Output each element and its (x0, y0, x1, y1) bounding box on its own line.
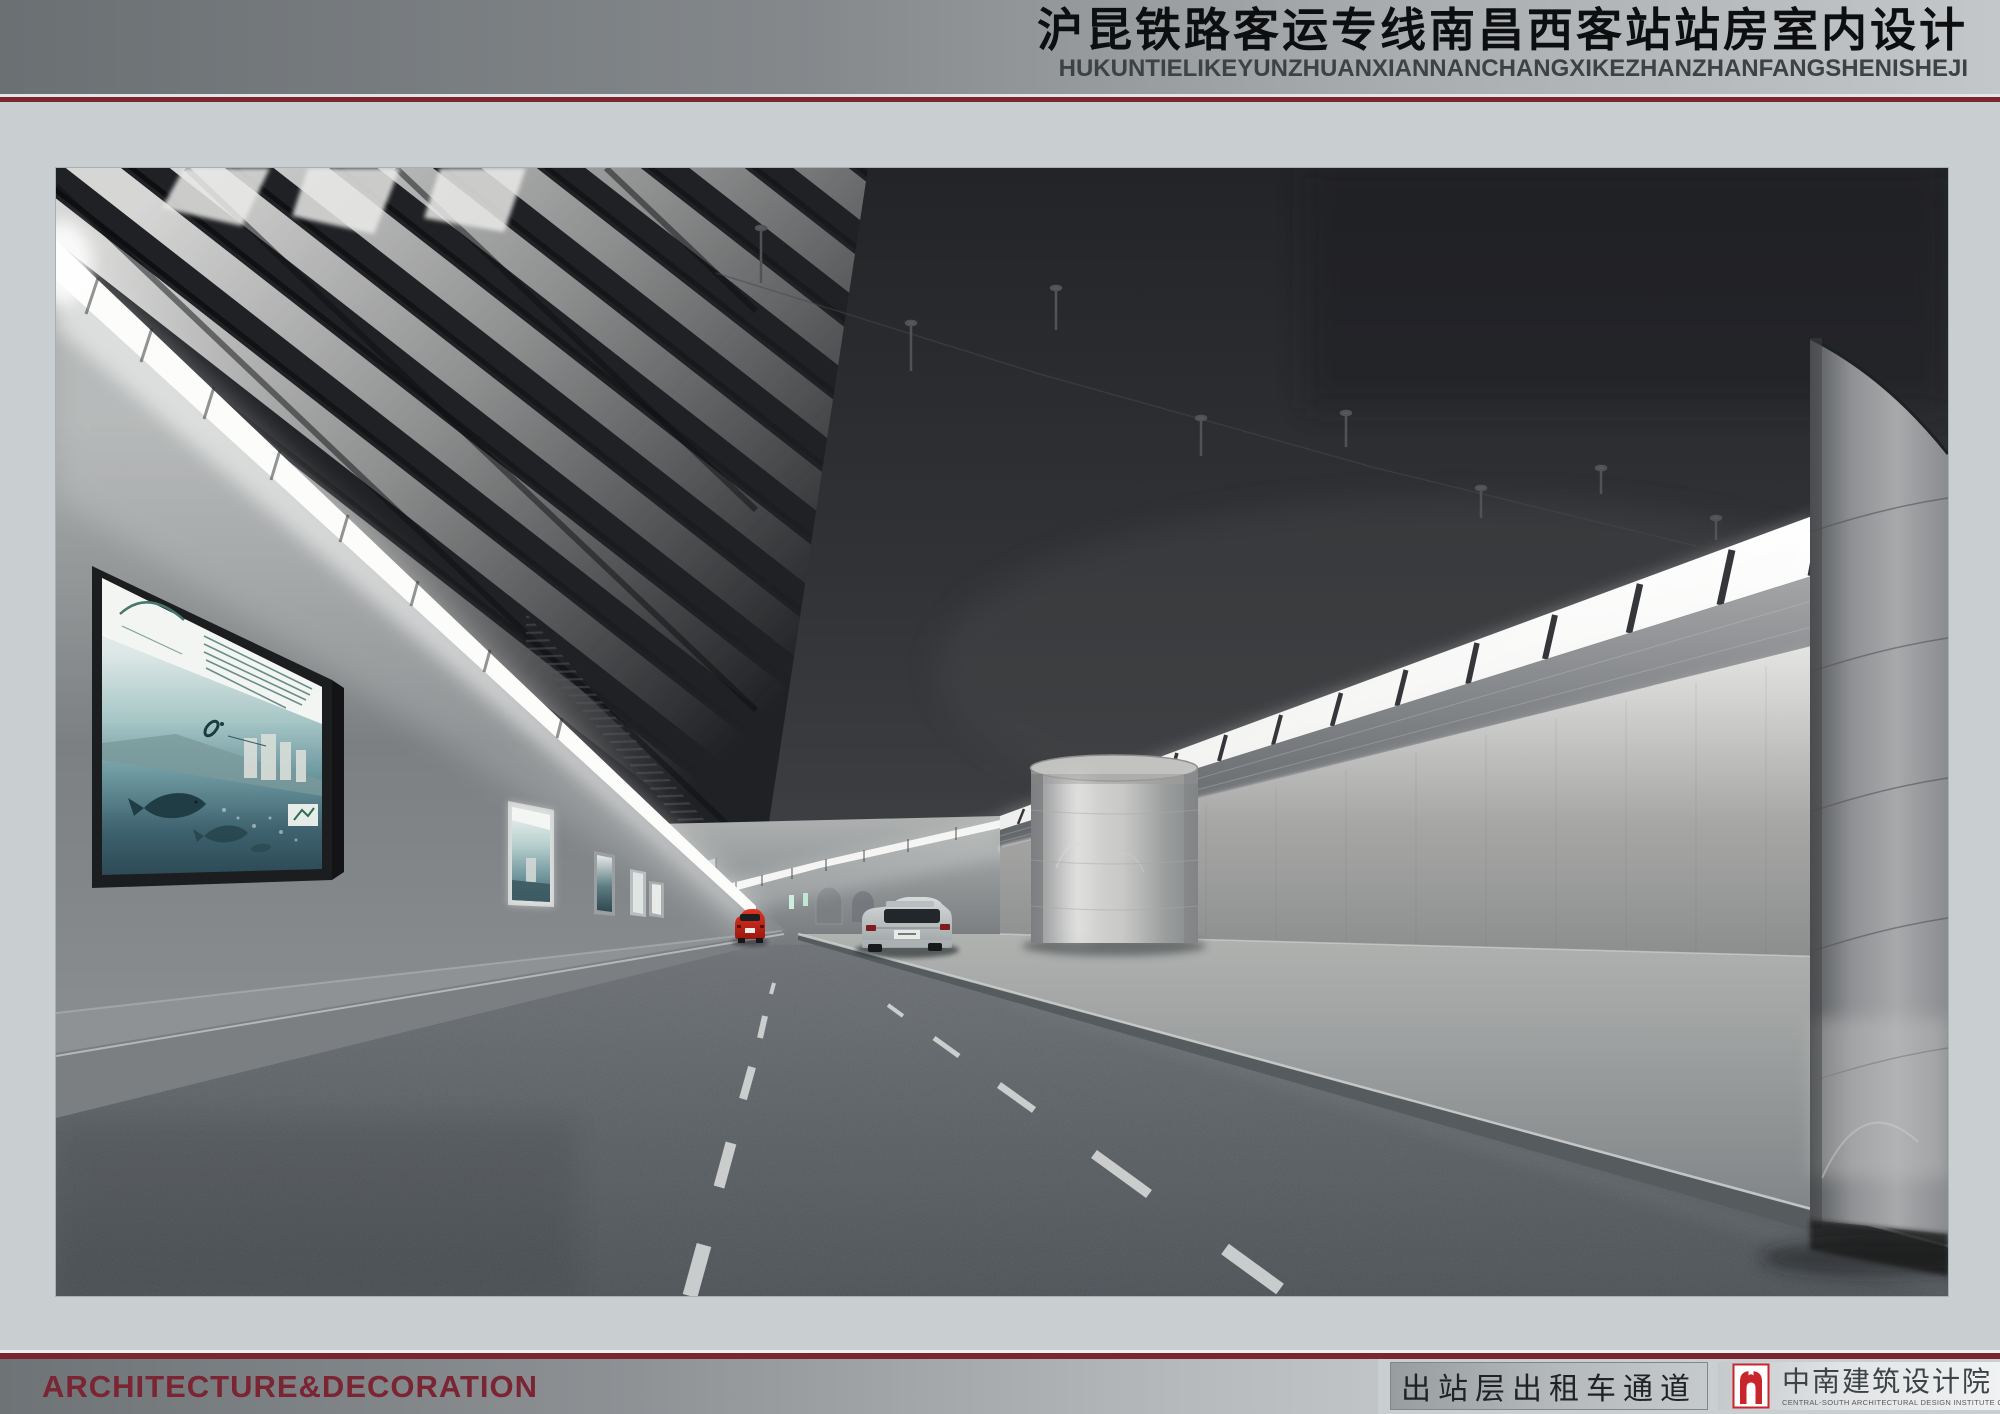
page-title: 沪昆铁路客运专线南昌西客站站房室内设计 (1037, 4, 1968, 56)
csadi-logo-icon (1732, 1363, 1770, 1409)
design-institute-block: 中南建筑设计院 CENTRAL-SOUTH ARCHITECTURAL DESI… (1718, 1362, 2000, 1410)
tunnel-rendering (56, 168, 1948, 1296)
footer-brand-strip: ARCHITECTURE&DECORATION (0, 1359, 1378, 1414)
presentation-board: 沪昆铁路客运专线南昌西客站站房室内设计 HUKUNTIELIKEYUNZHUAN… (0, 0, 2000, 1414)
header-bar: 沪昆铁路客运专线南昌西客站站房室内设计 HUKUNTIELIKEYUNZHUAN… (0, 0, 2000, 94)
footer-bar: ARCHITECTURE&DECORATION 出站层出租车通道 中南建筑设计院… (0, 1359, 2000, 1414)
design-institute-name: 中南建筑设计院 CENTRAL-SOUTH ARCHITECTURAL DESI… (1782, 1366, 2000, 1407)
title-block: 沪昆铁路客运专线南昌西客站站房室内设计 HUKUNTIELIKEYUNZHUAN… (1037, 4, 1968, 82)
tunnel-rendering-scene (56, 168, 1948, 1296)
design-institute-name-en: CENTRAL-SOUTH ARCHITECTURAL DESIGN INSTI… (1782, 1398, 2000, 1407)
header-divider-red (0, 97, 2000, 102)
footer-brand-text: ARCHITECTURE&DECORATION (42, 1369, 538, 1405)
drawing-caption-text: 出站层出租车通道 (1401, 1364, 1697, 1408)
page-title-pinyin: HUKUNTIELIKEYUNZHUANXIANNANCHANGXIKEZHAN… (1037, 56, 1968, 82)
design-institute-name-cn: 中南建筑设计院 (1782, 1366, 2000, 1398)
drawing-caption-plate: 出站层出租车通道 (1390, 1362, 1708, 1410)
